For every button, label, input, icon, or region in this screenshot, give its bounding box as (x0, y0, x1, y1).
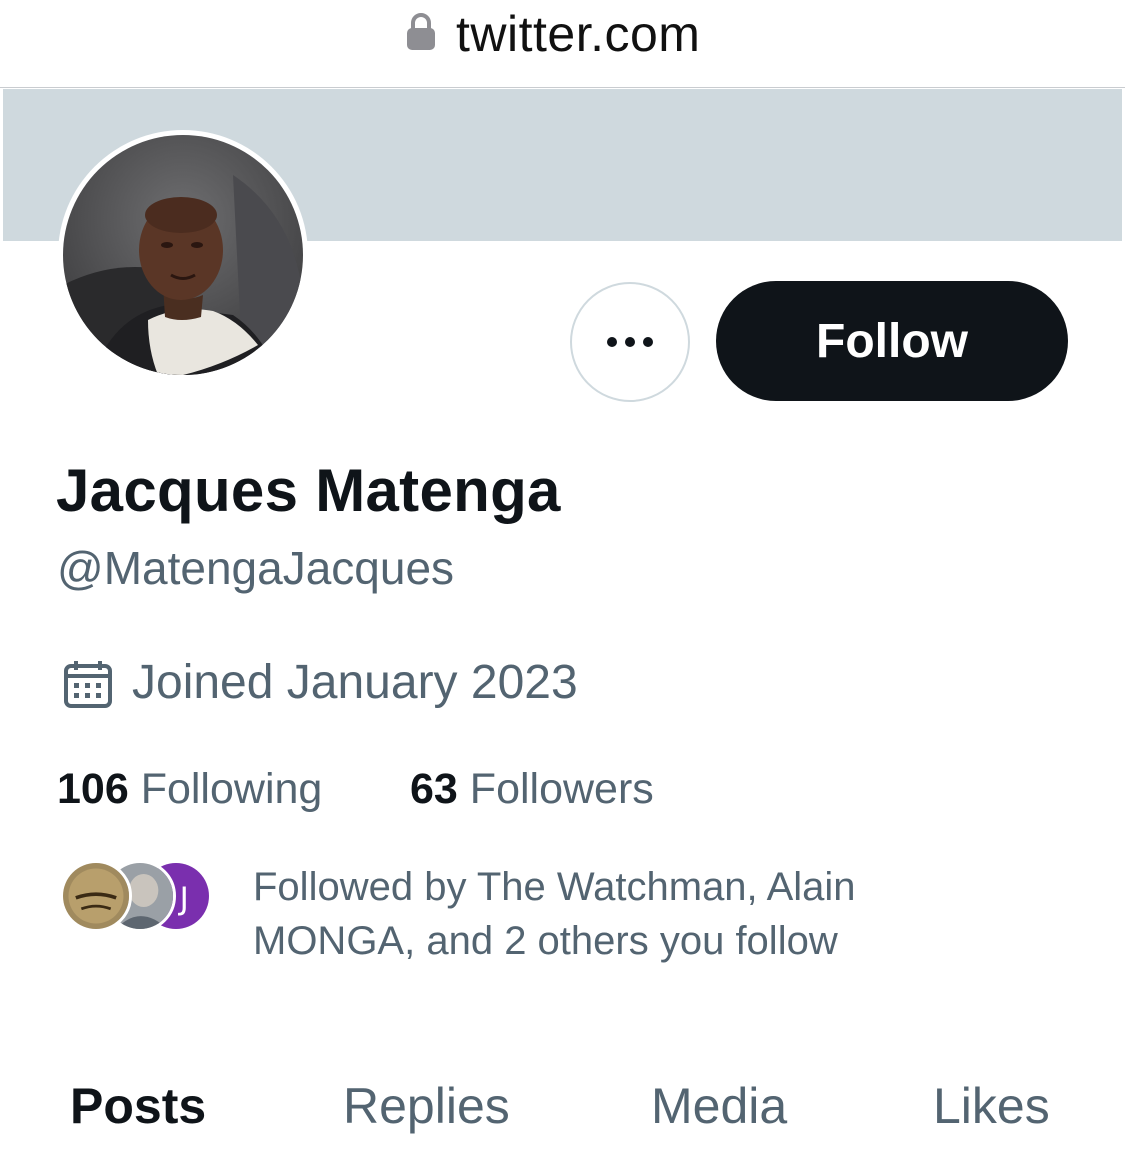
profile-tabs: Posts Replies Media Likes (0, 1070, 1125, 1150)
followers-link[interactable]: 63 Followers (410, 764, 654, 814)
tab-likes[interactable]: Likes (933, 1070, 1050, 1142)
browser-url-bar[interactable]: twitter.com (0, 0, 1125, 88)
following-link[interactable]: 106 Following (57, 764, 322, 814)
more-horizontal-icon (607, 337, 653, 347)
display-name: Jacques Matenga (56, 457, 561, 524)
followers-label: Followers (469, 765, 654, 813)
mutual-followers-avatars[interactable]: J (60, 860, 220, 934)
joined-date: Joined January 2023 (132, 656, 578, 709)
tab-posts[interactable]: Posts (70, 1070, 206, 1142)
profile-handle: @MatengaJacques (57, 542, 455, 594)
profile-photo (63, 135, 303, 375)
calendar-icon (64, 661, 112, 708)
tab-replies[interactable]: Replies (343, 1070, 510, 1142)
following-label: Following (140, 765, 323, 813)
lock-icon (407, 13, 435, 50)
tab-media[interactable]: Media (651, 1070, 787, 1142)
svg-text:J: J (178, 881, 189, 917)
following-count: 106 (57, 765, 129, 813)
follow-button[interactable]: Follow (716, 281, 1068, 401)
avatar[interactable] (58, 130, 308, 380)
twitter-profile-page: twitter.com Follow Jacques Matenga @Mate… (0, 0, 1125, 1172)
followers-count: 63 (410, 765, 458, 813)
url-text[interactable]: twitter.com (456, 4, 700, 64)
mutual-follower-avatar (60, 860, 132, 932)
more-options-button[interactable] (570, 282, 690, 402)
followed-by-text[interactable]: Followed by The Watchman, Alain MONGA, a… (253, 860, 953, 968)
